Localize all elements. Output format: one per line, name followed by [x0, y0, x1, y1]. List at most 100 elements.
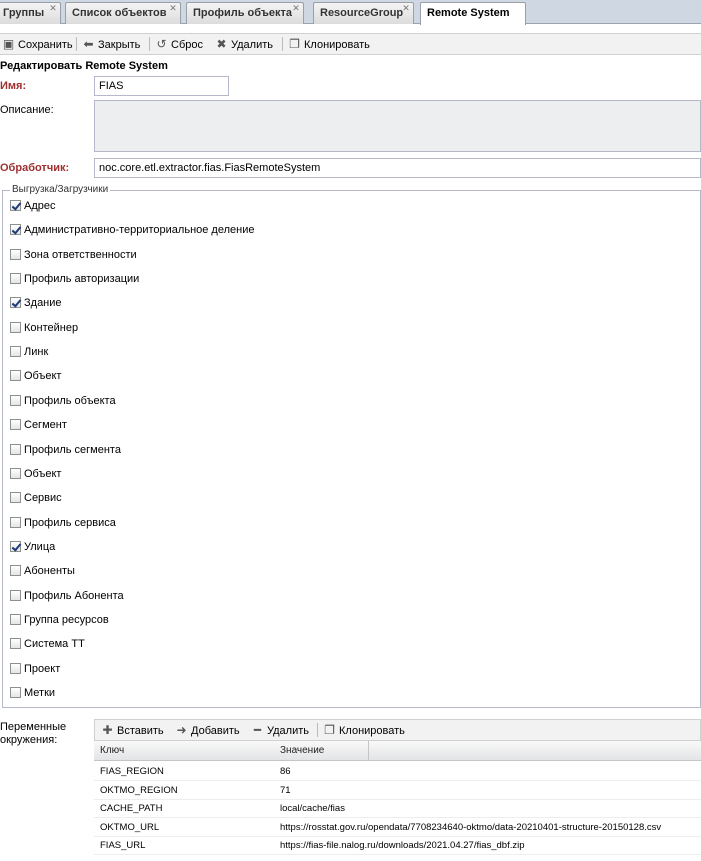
loader-checkbox-row[interactable]: Проект — [10, 663, 60, 679]
tab-object-list[interactable]: Список объектов ✕ — [65, 2, 181, 24]
loader-checkbox-row[interactable]: Группа ресурсов — [10, 614, 109, 630]
toolbar-separator — [76, 37, 77, 51]
name-input[interactable] — [94, 76, 229, 96]
close-icon[interactable]: ✕ — [401, 4, 411, 14]
checkbox-checked[interactable] — [10, 541, 21, 552]
checkbox-checked[interactable] — [10, 224, 21, 235]
column-separator[interactable] — [368, 741, 369, 761]
close-icon[interactable]: ✕ — [48, 4, 58, 14]
loader-label: Объект — [24, 468, 62, 480]
env-key-cell: FIAS_REGION — [100, 766, 164, 777]
loader-checkbox-row[interactable]: Профиль сервиса — [10, 517, 116, 533]
env-key-cell: OKTMO_URL — [100, 822, 160, 833]
checkbox-unchecked[interactable] — [10, 322, 21, 333]
checkbox-checked[interactable] — [10, 297, 21, 308]
checkbox-unchecked[interactable] — [10, 492, 21, 503]
loader-checkbox-row[interactable]: Зона ответственности — [10, 249, 137, 265]
close-icon[interactable]: ✕ — [168, 4, 178, 14]
loader-checkbox-row[interactable]: Контейнер — [10, 322, 78, 338]
loader-label: Административно-территориальное деление — [24, 224, 255, 236]
loader-checkbox-row[interactable]: Объект — [10, 468, 61, 484]
env-label-line2: окружения: — [0, 734, 58, 746]
loader-checkbox-row[interactable]: Система ТТ — [10, 638, 85, 654]
handler-label: Обработчик: — [0, 162, 70, 174]
checkbox-unchecked[interactable] — [10, 395, 21, 406]
undo-icon: ↺ — [156, 37, 167, 51]
loader-label: Профиль объекта — [24, 395, 116, 407]
env-key-cell: CACHE_PATH — [100, 803, 163, 814]
save-button[interactable]: ▣ Сохранить — [2, 34, 73, 54]
checkbox-unchecked[interactable] — [10, 638, 21, 649]
loader-checkbox-row[interactable]: Сервис — [10, 492, 62, 508]
loader-label: Абоненты — [24, 565, 75, 577]
loader-checkbox-row[interactable]: Профиль сегмента — [10, 444, 121, 460]
loader-checkbox-row[interactable]: Административно-территориальное деление — [10, 224, 254, 240]
loader-label: Группа ресурсов — [24, 614, 109, 626]
env-clone-button[interactable]: ❐ Клонировать — [323, 720, 405, 740]
loader-checkbox-row[interactable]: Улица — [10, 541, 55, 557]
reset-button[interactable]: ↺ Сброс — [155, 34, 203, 54]
loader-checkbox-row[interactable]: Метки — [10, 687, 55, 703]
checkbox-unchecked[interactable] — [10, 444, 21, 455]
checkbox-unchecked[interactable] — [10, 590, 21, 601]
checkbox-unchecked[interactable] — [10, 346, 21, 357]
loader-label: Улица — [24, 541, 56, 553]
close-icon[interactable]: ✕ — [291, 4, 301, 14]
toolbar-separator — [149, 37, 150, 51]
table-row[interactable]: FIAS_URL https://fias-file.nalog.ru/downl… — [94, 836, 701, 855]
env-delete-button[interactable]: ━ Удалить — [251, 720, 309, 740]
column-header-value[interactable]: Значение — [280, 745, 324, 756]
column-header-key[interactable]: Ключ — [100, 745, 124, 756]
loader-checkbox-row[interactable]: Здание — [10, 297, 62, 313]
tab-object-profile[interactable]: Профиль объекта ✕ — [186, 2, 304, 24]
checkbox-unchecked[interactable] — [10, 565, 21, 576]
loader-checkbox-row[interactable]: Адрес — [10, 200, 56, 216]
loader-label: Профиль авторизации — [24, 273, 140, 285]
tab-groups[interactable]: Группы ✕ — [0, 2, 61, 24]
loader-label: Объект — [24, 370, 62, 382]
checkbox-unchecked[interactable] — [10, 273, 21, 284]
loader-checkbox-row[interactable]: Абоненты — [10, 565, 75, 581]
checkbox-unchecked[interactable] — [10, 663, 21, 674]
tab-label: Профиль объекта — [193, 7, 293, 19]
minus-icon: ━ — [253, 723, 262, 737]
table-row[interactable]: OKTMO_URL https://rosstat.gov.ru/opendata… — [94, 818, 701, 837]
loader-checkbox-row[interactable]: Профиль авторизации — [10, 273, 139, 289]
env-value-cell: 86 — [280, 766, 291, 777]
arrow-right-icon: ➜ — [176, 723, 187, 737]
loader-checkbox-row[interactable]: Профиль Абонента — [10, 590, 124, 606]
checkbox-unchecked[interactable] — [10, 468, 21, 479]
description-textarea[interactable] — [94, 100, 701, 152]
checkbox-unchecked[interactable] — [10, 614, 21, 625]
checkbox-unchecked[interactable] — [10, 419, 21, 430]
loader-label: Контейнер — [24, 322, 79, 334]
checkbox-unchecked[interactable] — [10, 249, 21, 260]
table-row[interactable]: FIAS_REGION 86 — [94, 762, 701, 781]
clone-button[interactable]: ❐ Клонировать — [288, 34, 370, 54]
checkbox-unchecked[interactable] — [10, 517, 21, 528]
table-row[interactable]: OKTMO_REGION 71 — [94, 781, 701, 800]
loader-checkbox-row[interactable]: Профиль объекта — [10, 395, 116, 411]
checkbox-checked[interactable] — [10, 200, 21, 211]
handler-input[interactable] — [94, 158, 701, 178]
loaders-legend: Выгрузка/Загрузчики — [10, 184, 111, 195]
loader-checkbox-row[interactable]: Сегмент — [10, 419, 67, 435]
tab-remote-system[interactable]: Remote System — [420, 2, 526, 25]
checkbox-unchecked[interactable] — [10, 687, 21, 698]
loader-label: Зона ответственности — [24, 249, 137, 261]
add-button[interactable]: ➜ Добавить — [175, 720, 239, 740]
loader-label: Метки — [24, 687, 56, 699]
checkbox-unchecked[interactable] — [10, 370, 21, 381]
form-title: Редактировать Remote System — [0, 60, 168, 72]
loader-checkbox-row[interactable]: Линк — [10, 346, 48, 362]
close-button[interactable]: ⬅ Закрыть — [82, 34, 140, 54]
env-key-cell: FIAS_URL — [100, 840, 146, 851]
loader-label: Сервис — [24, 492, 62, 504]
copy-icon: ❐ — [289, 37, 300, 51]
loader-label: Здание — [24, 297, 62, 309]
tab-resource-group[interactable]: ResourceGroup ✕ — [313, 2, 414, 24]
table-row[interactable]: CACHE_PATH local/cache/fias — [94, 799, 701, 818]
loader-checkbox-row[interactable]: Объект — [10, 370, 61, 386]
insert-button[interactable]: ✚ Вставить — [101, 720, 163, 740]
delete-button[interactable]: ✖ Удалить — [215, 34, 273, 54]
